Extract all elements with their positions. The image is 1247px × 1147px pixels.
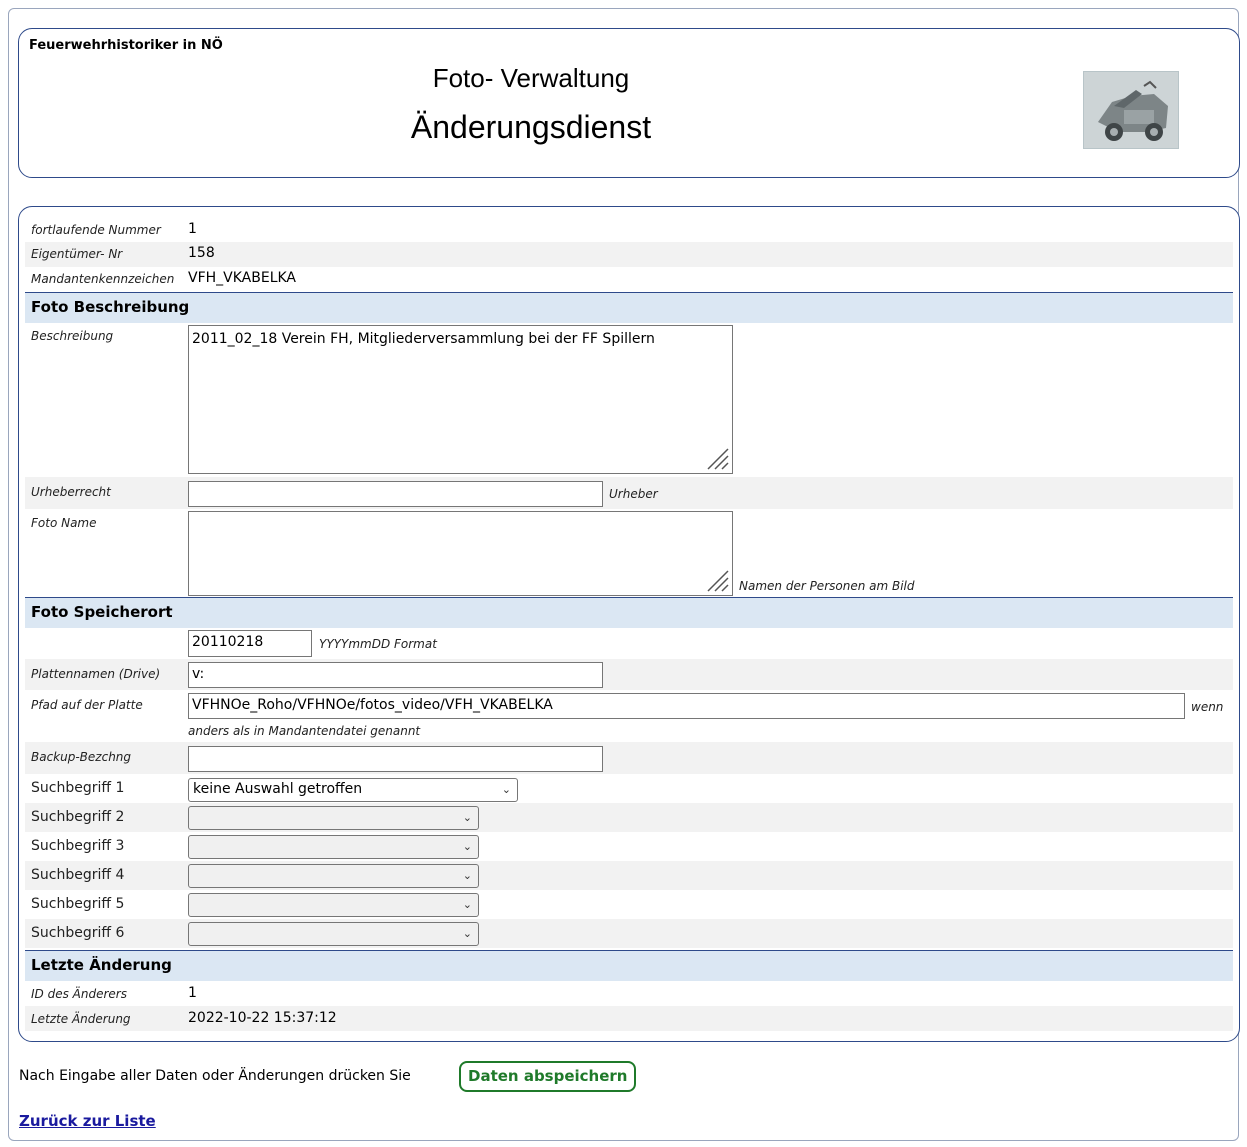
search-term-6-select[interactable]: ⌄ bbox=[188, 922, 479, 946]
header-panel: Feuerwehrhistoriker in NÖ Foto- Verwaltu… bbox=[18, 28, 1240, 178]
chevron-down-icon: ⌄ bbox=[462, 840, 472, 853]
search-term-label: Suchbegriff 4 bbox=[31, 867, 125, 883]
copyright-row: Urheberrecht Urheber bbox=[25, 477, 1233, 509]
last-change-label: Letzte Änderung bbox=[31, 1012, 131, 1026]
changer-id-label: ID des Änderers bbox=[31, 987, 127, 1001]
path-hint: anders als in Mandantendatei genannt bbox=[188, 724, 421, 738]
last-change-row: Letzte Änderung 2022-10-22 15:37:12 bbox=[25, 1006, 1233, 1031]
path-row: Pfad auf der Platte VFHNOe_Roho/VFHNOe/f… bbox=[25, 690, 1233, 742]
running-number-value: 1 bbox=[188, 221, 197, 237]
back-to-list-link[interactable]: Zurück zur Liste bbox=[19, 1112, 156, 1130]
backup-label: Backup-Bezchng bbox=[31, 750, 132, 764]
path-label: Pfad auf der Platte bbox=[31, 698, 143, 712]
path-hint-suffix: wenn bbox=[1191, 700, 1224, 714]
date-input[interactable]: 20110218 bbox=[188, 630, 312, 657]
section-photo-description: Foto Beschreibung bbox=[25, 292, 1233, 323]
search-term-row-5: Suchbegriff 5 ⌄ bbox=[25, 890, 1233, 919]
owner-number-value: 158 bbox=[188, 245, 215, 261]
search-term-value: keine Auswahl getroffen bbox=[193, 781, 363, 797]
section-title: Foto Speicherort bbox=[31, 603, 173, 621]
photo-name-textarea[interactable] bbox=[188, 511, 733, 596]
section-title: Foto Beschreibung bbox=[31, 298, 190, 316]
section-photo-location: Foto Speicherort bbox=[25, 597, 1233, 628]
copyright-input[interactable] bbox=[188, 481, 603, 507]
search-term-2-select[interactable]: ⌄ bbox=[188, 806, 479, 830]
search-term-label: Suchbegriff 2 bbox=[31, 809, 125, 825]
search-term-row-1: Suchbegriff 1 keine Auswahl getroffen ⌄ bbox=[25, 774, 1233, 803]
backup-row: Backup-Bezchng bbox=[25, 742, 1233, 774]
description-text: 2011_02_18 Verein FH, Mitgliederversamml… bbox=[192, 331, 655, 347]
chevron-down-icon: ⌄ bbox=[462, 898, 472, 911]
org-name: Feuerwehrhistoriker in NÖ bbox=[29, 38, 223, 53]
save-button[interactable]: Daten abspeichern bbox=[459, 1061, 637, 1092]
search-term-row-3: Suchbegriff 3 ⌄ bbox=[25, 832, 1233, 861]
photo-name-hint: Namen der Personen am Bild bbox=[739, 579, 915, 593]
changer-id-row: ID des Änderers 1 bbox=[25, 981, 1233, 1006]
search-term-row-4: Suchbegriff 4 ⌄ bbox=[25, 861, 1233, 890]
resize-grip-icon[interactable] bbox=[704, 567, 730, 593]
tenant-row: Mandantenkennzeichen VFH_VKABELKA bbox=[25, 267, 1233, 292]
description-row: Beschreibung 2011_02_18 Verein FH, Mitgl… bbox=[25, 323, 1233, 477]
search-term-row-6: Suchbegriff 6 ⌄ bbox=[25, 919, 1233, 948]
description-label: Beschreibung bbox=[31, 329, 114, 343]
section-title: Letzte Änderung bbox=[31, 956, 172, 974]
form-panel: fortlaufende Nummer 1 Eigentümer- Nr 158… bbox=[18, 206, 1240, 1042]
search-term-label: Suchbegriff 3 bbox=[31, 838, 125, 854]
chevron-down-icon: ⌄ bbox=[462, 869, 472, 882]
search-term-4-select[interactable]: ⌄ bbox=[188, 864, 479, 888]
search-term-1-select[interactable]: keine Auswahl getroffen ⌄ bbox=[188, 778, 518, 802]
page-subtitle: Änderungsdienst bbox=[410, 109, 652, 145]
chevron-down-icon: ⌄ bbox=[462, 927, 472, 940]
page-title: Foto- Verwaltung bbox=[432, 63, 630, 93]
description-textarea[interactable]: 2011_02_18 Verein FH, Mitgliederversamml… bbox=[188, 325, 733, 474]
date-row: 20110218 YYYYmmDD Format bbox=[25, 628, 1233, 659]
date-format-hint: YYYYmmDD Format bbox=[319, 637, 437, 651]
resize-grip-icon[interactable] bbox=[704, 445, 730, 471]
running-number-label: fortlaufende Nummer bbox=[31, 223, 161, 237]
changer-id-value: 1 bbox=[188, 985, 197, 1001]
fire-engine-photo-logo bbox=[1083, 71, 1179, 149]
photo-name-row: Foto Name Namen der Personen am Bild bbox=[25, 509, 1233, 596]
copyright-label: Urheberrecht bbox=[31, 485, 111, 499]
search-term-5-select[interactable]: ⌄ bbox=[188, 893, 479, 917]
tenant-label: Mandantenkennzeichen bbox=[31, 272, 175, 286]
save-instruction: Nach Eingabe aller Daten oder Änderungen… bbox=[19, 1068, 411, 1084]
copyright-hint: Urheber bbox=[609, 487, 658, 501]
last-change-value: 2022-10-22 15:37:12 bbox=[188, 1010, 337, 1026]
chevron-down-icon: ⌄ bbox=[501, 783, 511, 796]
path-input[interactable]: VFHNOe_Roho/VFHNOe/fotos_video/VFH_VKABE… bbox=[188, 693, 1185, 719]
search-term-3-select[interactable]: ⌄ bbox=[188, 835, 479, 859]
drive-row: Plattennamen (Drive) v: bbox=[25, 659, 1233, 690]
search-term-label: Suchbegriff 5 bbox=[31, 896, 125, 912]
search-term-row-2: Suchbegriff 2 ⌄ bbox=[25, 803, 1233, 832]
owner-number-label: Eigentümer- Nr bbox=[31, 247, 123, 261]
photo-name-label: Foto Name bbox=[31, 516, 97, 530]
search-term-label: Suchbegriff 6 bbox=[31, 925, 125, 941]
chevron-down-icon: ⌄ bbox=[462, 811, 472, 824]
drive-input[interactable]: v: bbox=[188, 662, 603, 688]
tenant-value: VFH_VKABELKA bbox=[188, 270, 297, 286]
running-number-row: fortlaufende Nummer 1 bbox=[25, 218, 1233, 242]
backup-input[interactable] bbox=[188, 746, 603, 772]
search-term-label: Suchbegriff 1 bbox=[31, 780, 125, 796]
owner-number-row: Eigentümer- Nr 158 bbox=[25, 242, 1233, 267]
drive-label: Plattennamen (Drive) bbox=[31, 667, 161, 681]
section-last-change: Letzte Änderung bbox=[25, 950, 1233, 981]
